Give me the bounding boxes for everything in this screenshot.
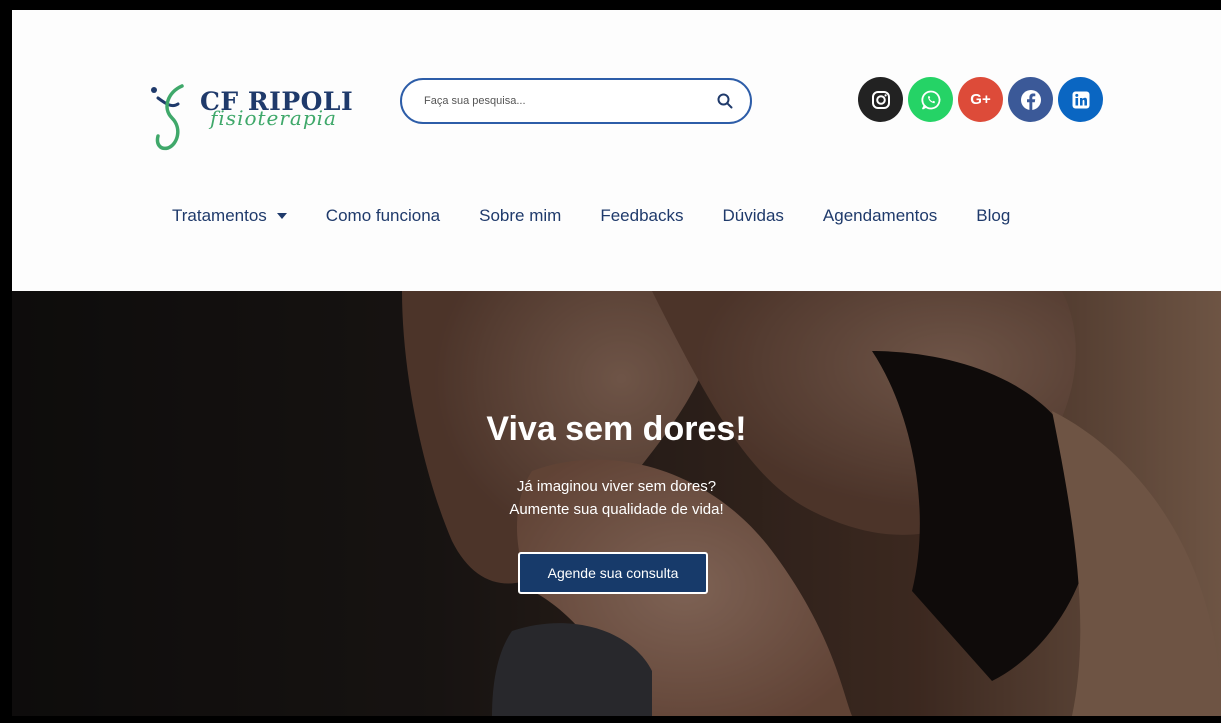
nav-item-label: Dúvidas xyxy=(722,206,784,225)
linkedin-icon[interactable] xyxy=(1058,77,1103,122)
page-frame: CF RIPOLI fisioterapia Faça sua pesquisa… xyxy=(12,10,1221,716)
search-bar xyxy=(400,78,752,124)
nav-item-agendamentos[interactable]: Agendamentos xyxy=(823,206,937,226)
book-consultation-button[interactable]: Agende sua consulta xyxy=(518,552,708,594)
hero-section: Viva sem dores! Já imaginou viver sem do… xyxy=(12,291,1221,716)
nav-item-blog[interactable]: Blog xyxy=(976,206,1010,226)
logo-mark-icon xyxy=(148,78,194,158)
nav-item-duvidas[interactable]: Dúvidas xyxy=(723,206,784,226)
search-icon[interactable] xyxy=(714,90,736,112)
nav-item-label: Tratamentos xyxy=(172,206,267,225)
nav-item-label: Blog xyxy=(976,206,1011,225)
google-plus-icon[interactable]: G+ xyxy=(958,77,1003,122)
social-links: G+ xyxy=(858,77,1103,122)
facebook-icon[interactable] xyxy=(1008,77,1053,122)
hero-subtitle-line1: Já imaginou viver sem dores? xyxy=(516,478,717,495)
hero-title: Viva sem dores! xyxy=(486,410,747,448)
whatsapp-icon[interactable] xyxy=(908,77,953,122)
chevron-down-icon xyxy=(276,213,287,219)
nav-item-label: Como funciona xyxy=(325,206,441,225)
google-plus-glyph: G+ xyxy=(970,91,991,108)
site-logo[interactable]: CF RIPOLI fisioterapia xyxy=(148,78,358,158)
nav-item-feedbacks[interactable]: Feedbacks xyxy=(600,206,683,226)
hero-content: Viva sem dores! Já imaginou viver sem do… xyxy=(12,291,1221,716)
nav-item-como-funciona[interactable]: Como funciona xyxy=(326,206,440,226)
search-input[interactable] xyxy=(424,95,714,107)
nav-item-label: Feedbacks xyxy=(600,206,684,225)
nav-item-tratamentos[interactable]: Tratamentos xyxy=(172,206,287,226)
logo-tagline: fisioterapia xyxy=(210,106,337,130)
site-header: CF RIPOLI fisioterapia Faça sua pesquisa… xyxy=(12,10,1221,291)
main-nav: Tratamentos Como funciona Sobre mim Feed… xyxy=(172,206,1049,226)
hero-subtitle-line2: Aumente sua qualidade de vida! xyxy=(509,501,724,518)
nav-item-sobre-mim[interactable]: Sobre mim xyxy=(479,206,561,226)
nav-item-label: Agendamentos xyxy=(822,206,938,225)
nav-item-label: Sobre mim xyxy=(479,206,562,225)
instagram-icon[interactable] xyxy=(858,77,903,122)
